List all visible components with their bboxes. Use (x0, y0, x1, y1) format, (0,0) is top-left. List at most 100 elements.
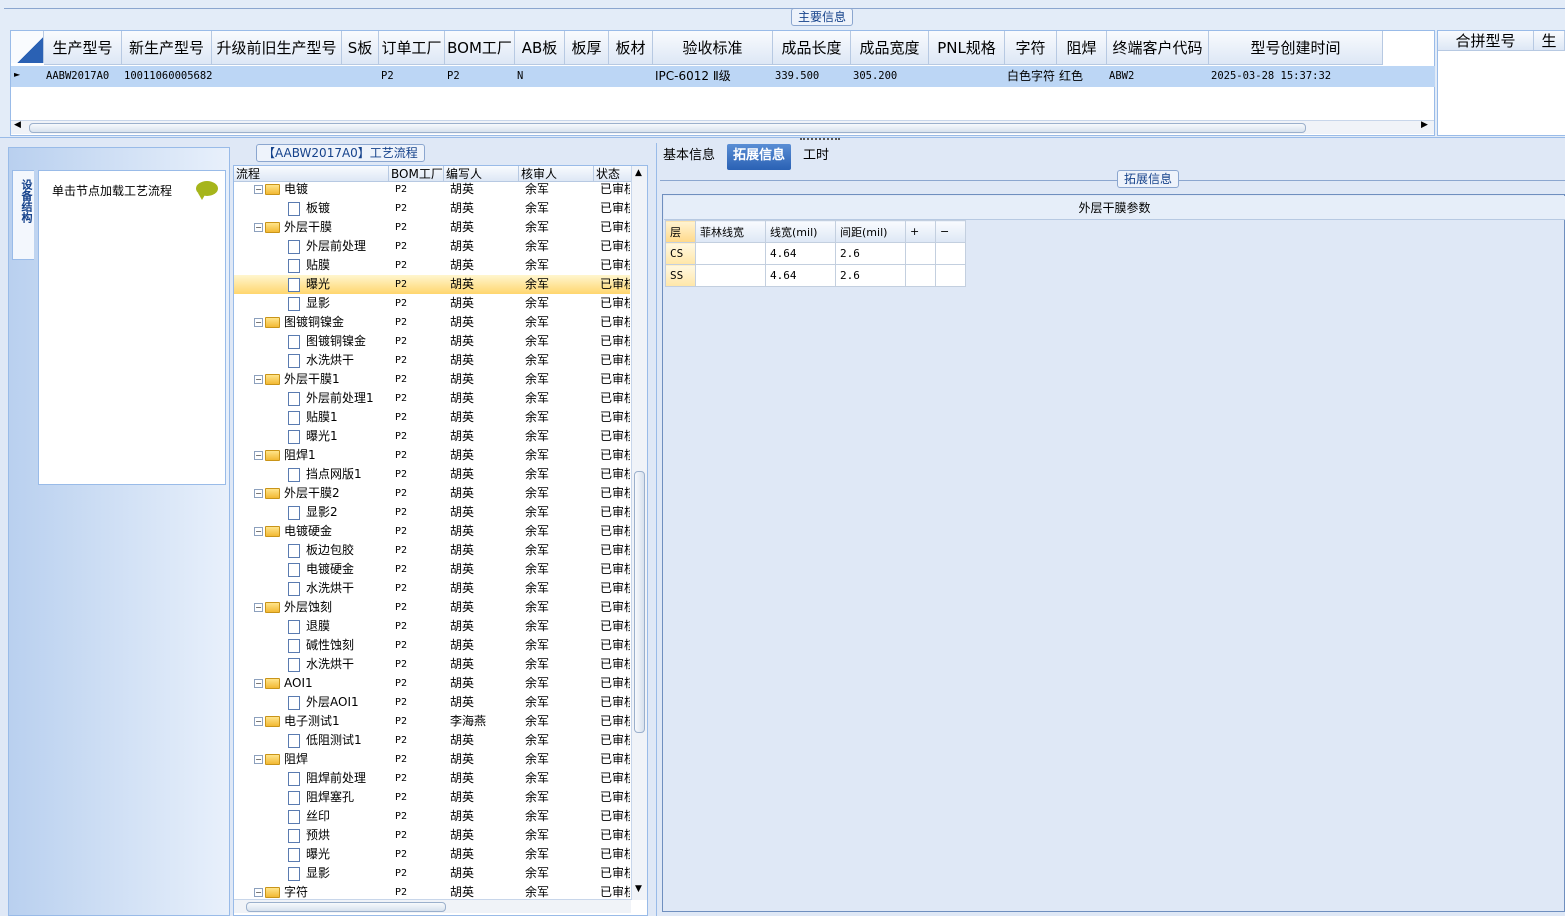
process-node[interactable]: 退膜 (234, 617, 389, 636)
process-node[interactable]: 挡点网版1 (234, 465, 389, 484)
vscroll-thumb[interactable] (634, 471, 645, 733)
process-node[interactable]: − 外层干膜1 (234, 370, 389, 389)
process-tree-row[interactable]: 退膜 P2 胡英 余军 已审核 (234, 617, 630, 636)
main-grid-cell[interactable]: 红色 (1057, 66, 1107, 86)
param-cell[interactable]: 4.64 (765, 242, 836, 265)
collapse-toggle-icon[interactable]: − (254, 185, 263, 194)
process-node[interactable]: 碱性蚀刻 (234, 636, 389, 655)
process-tree-row[interactable]: 曝光1 P2 胡英 余军 已审核 (234, 427, 630, 446)
main-grid-cell[interactable]: 305.200 (851, 66, 929, 86)
process-tree-row[interactable]: 水洗烘干 P2 胡英 余军 已审核 (234, 579, 630, 598)
main-grid-cell[interactable]: P2 (445, 66, 515, 86)
collapse-toggle-icon[interactable]: − (254, 489, 263, 498)
process-tree-row[interactable]: 图镀铜镍金 P2 胡英 余军 已审核 (234, 332, 630, 351)
process-node[interactable]: 外层前处理1 (234, 389, 389, 408)
main-grid-col-header[interactable]: 字符 (1005, 31, 1057, 65)
param-row[interactable]: CS 4.64 2.6 (665, 242, 966, 265)
main-grid-col-header[interactable]: 成品宽度 (851, 31, 929, 65)
process-tree-row[interactable]: 水洗烘干 P2 胡英 余军 已审核 (234, 655, 630, 674)
process-node[interactable]: 显影 (234, 864, 389, 883)
scroll-left-icon[interactable]: ◀ (14, 120, 21, 130)
param-col-header[interactable]: − (935, 220, 966, 243)
collapse-toggle-icon[interactable]: − (254, 603, 263, 612)
collapse-toggle-icon[interactable]: − (254, 223, 263, 232)
process-node[interactable]: 曝光1 (234, 427, 389, 446)
process-node[interactable]: − 阻焊 (234, 750, 389, 769)
param-cell[interactable]: 2.6 (835, 242, 906, 265)
vscroll-down-icon[interactable]: ▼ (635, 884, 642, 894)
process-node[interactable]: 丝印 (234, 807, 389, 826)
process-node[interactable]: 阻焊前处理 (234, 769, 389, 788)
main-grid-cell[interactable]: N (515, 66, 565, 86)
main-grid-cell[interactable]: 10011060005682 (122, 66, 212, 86)
main-grid-cell[interactable]: P2 (379, 66, 445, 86)
process-tree-row[interactable]: 曝光 P2 胡英 余军 已审核 (234, 275, 630, 294)
process-vscroll[interactable]: ▲ ▼ (631, 166, 647, 900)
main-grid-col-header[interactable]: PNL规格 (929, 31, 1005, 65)
merge-col2-header[interactable]: 生 (1534, 31, 1565, 51)
main-grid-col-header[interactable]: 板材 (609, 31, 653, 65)
process-node[interactable]: − 外层干膜2 (234, 484, 389, 503)
main-grid-col-header[interactable]: 板厚 (565, 31, 609, 65)
process-tree-row[interactable]: 阻焊前处理 P2 胡英 余军 已审核 (234, 769, 630, 788)
process-tree-row[interactable]: − 图镀铜镍金 P2 胡英 余军 已审核 (234, 313, 630, 332)
process-tree-row[interactable]: 外层前处理1 P2 胡英 余军 已审核 (234, 389, 630, 408)
process-node[interactable]: 预烘 (234, 826, 389, 845)
param-col-header[interactable]: 菲林线宽 (695, 220, 766, 243)
process-node[interactable]: 阻焊塞孔 (234, 788, 389, 807)
param-cell[interactable] (695, 242, 766, 265)
process-node[interactable]: − 字符 (234, 883, 389, 900)
hscroll-thumb[interactable] (29, 123, 1306, 133)
vertical-tab[interactable]: 设备结构 (12, 170, 34, 260)
main-grid-cell[interactable]: AABW2017A0 (44, 66, 122, 86)
main-grid-col-header[interactable]: S板 (342, 31, 379, 65)
collapse-toggle-icon[interactable]: − (254, 755, 263, 764)
process-node[interactable]: 板边包胶 (234, 541, 389, 560)
process-node[interactable]: 图镀铜镍金 (234, 332, 389, 351)
collapse-toggle-icon[interactable]: − (254, 527, 263, 536)
process-node[interactable]: 贴膜 (234, 256, 389, 275)
param-cell[interactable] (905, 242, 936, 265)
param-layer-cell[interactable]: CS (665, 242, 696, 265)
process-tree-row[interactable]: − 电镀 P2 胡英 余军 已审核 (234, 181, 630, 199)
process-node[interactable]: 水洗烘干 (234, 655, 389, 674)
main-grid-hscroll[interactable] (11, 120, 1434, 134)
main-grid-col-header[interactable]: 订单工厂 (379, 31, 445, 65)
main-grid-cell[interactable]: 339.500 (773, 66, 851, 86)
process-col-header[interactable]: 编写人 (444, 166, 519, 182)
merge-model-header[interactable]: 合拼型号 (1438, 31, 1534, 51)
process-tree-row[interactable]: − 阻焊 P2 胡英 余军 已审核 (234, 750, 630, 769)
process-tree-row[interactable]: − 字符 P2 胡英 余军 已审核 (234, 883, 630, 900)
main-grid-col-header[interactable]: 终端客户代码 (1107, 31, 1209, 65)
main-grid-col-header[interactable]: 成品长度 (773, 31, 851, 65)
process-node[interactable]: − 电镀 (234, 181, 389, 199)
process-col-header[interactable]: BOM工厂 (389, 166, 444, 182)
main-grid-cell[interactable]: 2025-03-28 15:37:32 (1209, 66, 1383, 86)
process-tree-row[interactable]: − AOI1 P2 胡英 余军 已审核 (234, 674, 630, 693)
process-tree-row[interactable]: 丝印 P2 胡英 余军 已审核 (234, 807, 630, 826)
process-node[interactable]: 板镀 (234, 199, 389, 218)
tab-extended-info[interactable]: 拓展信息 (727, 144, 792, 170)
process-tree-row[interactable]: 外层AOI1 P2 胡英 余军 已审核 (234, 693, 630, 712)
vscroll-up-icon[interactable]: ▲ (635, 168, 642, 178)
process-node[interactable]: 贴膜1 (234, 408, 389, 427)
process-tree-row[interactable]: − 外层干膜2 P2 胡英 余军 已审核 (234, 484, 630, 503)
param-cell[interactable] (695, 264, 766, 287)
process-col-header[interactable]: 状态 (594, 166, 632, 182)
process-hscroll[interactable] (234, 899, 631, 913)
process-tree-row[interactable]: 显影2 P2 胡英 余军 已审核 (234, 503, 630, 522)
process-col-header[interactable]: 核审人 (519, 166, 594, 182)
process-node[interactable]: 水洗烘干 (234, 351, 389, 370)
process-hscroll-thumb[interactable] (246, 902, 446, 912)
process-node[interactable]: − AOI1 (234, 674, 389, 693)
collapse-toggle-icon[interactable]: − (254, 318, 263, 327)
param-col-header[interactable]: 层 (665, 220, 696, 243)
process-tree-row[interactable]: 阻焊塞孔 P2 胡英 余军 已审核 (234, 788, 630, 807)
process-node[interactable]: 曝光 (234, 845, 389, 864)
param-cell[interactable] (905, 264, 936, 287)
process-node[interactable]: − 阻焊1 (234, 446, 389, 465)
collapse-toggle-icon[interactable]: − (254, 717, 263, 726)
process-tree-row[interactable]: 贴膜 P2 胡英 余军 已审核 (234, 256, 630, 275)
param-cell[interactable]: 2.6 (835, 264, 906, 287)
process-col-header[interactable]: 流程 (234, 166, 389, 182)
